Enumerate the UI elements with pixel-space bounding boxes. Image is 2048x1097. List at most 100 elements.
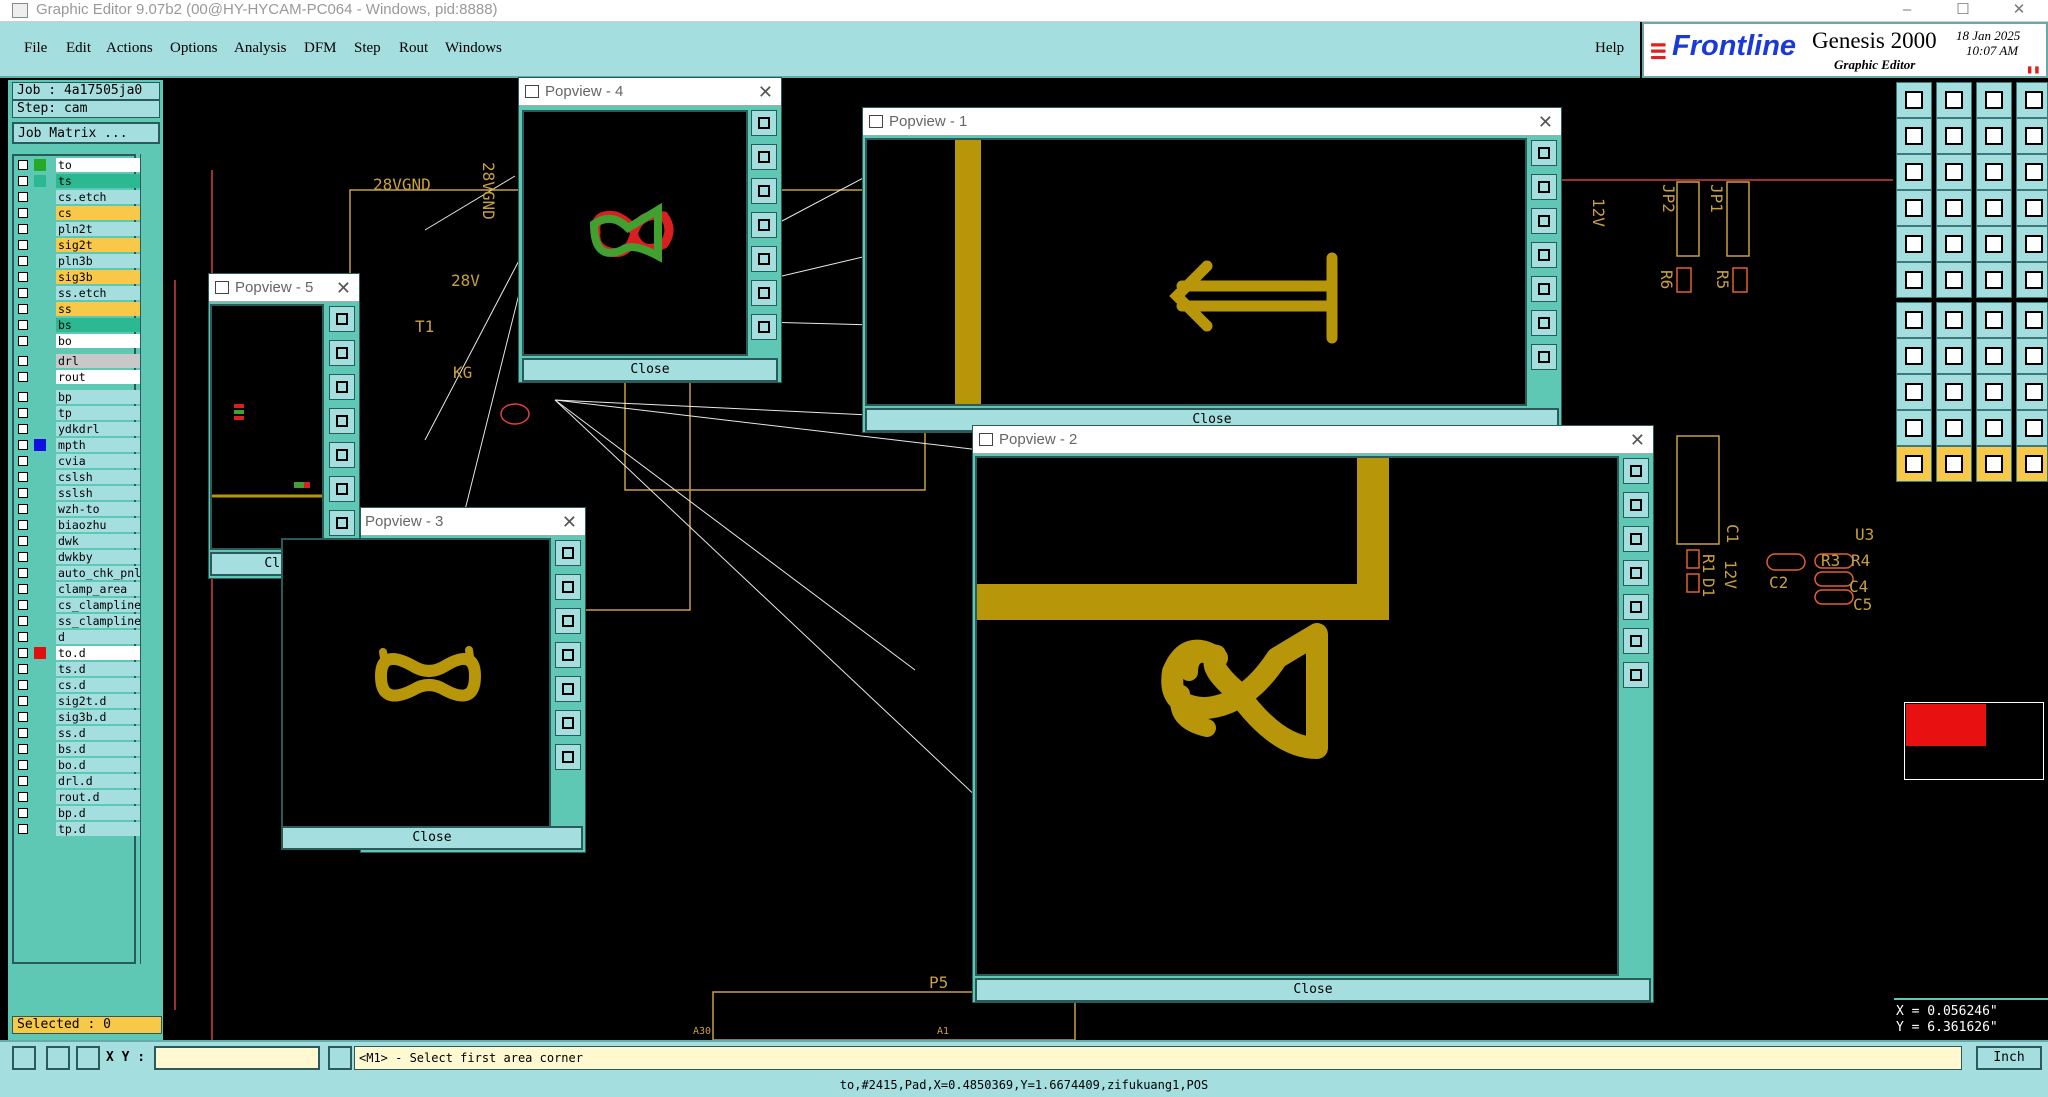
layer-name[interactable]: drl — [56, 354, 144, 368]
layer-row[interactable]: pln2t — [14, 222, 144, 236]
layer-name[interactable]: dwkby — [56, 550, 144, 564]
layer-name[interactable]: tp — [56, 406, 144, 420]
layer-color-swatch[interactable] — [34, 759, 46, 771]
tool-button-icon[interactable] — [2016, 262, 2048, 298]
layer-name[interactable]: cs.etch — [56, 190, 144, 204]
fit-icon[interactable] — [1531, 242, 1557, 268]
layer-name[interactable]: bs — [56, 318, 144, 332]
layer-row[interactable]: drl.d — [14, 774, 144, 788]
layer-checkbox[interactable] — [18, 792, 28, 802]
layer-checkbox[interactable] — [18, 712, 28, 722]
minimap-view-rect[interactable] — [1906, 704, 1986, 746]
layer-checkbox[interactable] — [18, 256, 28, 266]
layer-checkbox[interactable] — [18, 356, 28, 366]
layer-color-swatch[interactable] — [34, 423, 46, 435]
layer-checkbox[interactable] — [18, 408, 28, 418]
units-selector[interactable]: Inch — [1976, 1046, 2042, 1070]
layer-checkbox[interactable] — [18, 632, 28, 642]
layer-color-swatch[interactable] — [34, 615, 46, 627]
layer-checkbox[interactable] — [18, 664, 28, 674]
layer-name[interactable]: rout — [56, 370, 144, 384]
layer-color-swatch[interactable] — [34, 223, 46, 235]
layer-checkbox[interactable] — [18, 176, 28, 186]
layer-row[interactable]: dwk — [14, 534, 144, 548]
tool-button-icon[interactable] — [1896, 82, 1932, 118]
popview-1-view[interactable] — [865, 138, 1527, 406]
layer-row[interactable]: rout — [14, 370, 144, 384]
layer-color-swatch[interactable] — [34, 631, 46, 643]
close-window-button[interactable]: ✕ — [1996, 0, 2042, 22]
layer-checkbox[interactable] — [18, 600, 28, 610]
zoom-in-icon[interactable] — [555, 540, 581, 566]
pan-icon[interactable] — [1531, 208, 1557, 234]
layer-row[interactable]: pln3b — [14, 254, 144, 268]
layer-checkbox[interactable] — [18, 240, 28, 250]
tool-button-icon[interactable] — [1896, 118, 1932, 154]
layer-row[interactable]: drl — [14, 354, 144, 368]
layer-name[interactable]: rout.d — [56, 790, 144, 804]
expand-icon[interactable] — [555, 744, 581, 770]
zoom-in-icon[interactable] — [1531, 140, 1557, 166]
layer-color-swatch[interactable] — [34, 807, 46, 819]
tool-button-icon[interactable] — [1976, 82, 2012, 118]
tool-button-icon[interactable] — [1936, 190, 1972, 226]
layer-color-swatch[interactable] — [34, 207, 46, 219]
popview-5-close-icon[interactable]: ✕ — [336, 274, 351, 302]
layer-row[interactable]: wzh-to — [14, 502, 144, 516]
layer-row[interactable]: sig3b — [14, 270, 144, 284]
layer-row[interactable]: sig3b.d — [14, 710, 144, 724]
popview-3-close-icon[interactable]: ✕ — [562, 508, 577, 536]
home-icon[interactable] — [1623, 594, 1649, 620]
tool-button-icon[interactable] — [1976, 338, 2012, 374]
layer-color-swatch[interactable] — [34, 791, 46, 803]
tool-button-icon[interactable] — [1936, 446, 1972, 482]
layer-row[interactable]: dwkby — [14, 550, 144, 564]
layer-row[interactable]: sslsh — [14, 486, 144, 500]
layer-name[interactable]: sig3b — [56, 270, 144, 284]
layer-row[interactable]: bp — [14, 390, 144, 404]
layer-row[interactable]: mpth — [14, 438, 144, 452]
layer-name[interactable]: d — [56, 630, 144, 644]
layer-color-swatch[interactable] — [34, 743, 46, 755]
layer-name[interactable]: sig2t.d — [56, 694, 144, 708]
layer-color-swatch[interactable] — [34, 663, 46, 675]
zoom-in-icon[interactable] — [1623, 458, 1649, 484]
fit-icon[interactable] — [751, 212, 777, 238]
tool-button-icon[interactable] — [1896, 410, 1932, 446]
tool-button-icon[interactable] — [1896, 338, 1932, 374]
layer-checkbox[interactable] — [18, 456, 28, 466]
zoom-out-icon[interactable] — [1531, 174, 1557, 200]
zoom-out-icon[interactable] — [1623, 492, 1649, 518]
layer-row[interactable]: tp — [14, 406, 144, 420]
layer-name[interactable]: to — [56, 158, 144, 172]
layer-row[interactable]: ss.etch — [14, 286, 144, 300]
layer-name[interactable]: cs_clampline — [56, 598, 144, 612]
tool-button-icon[interactable] — [2016, 374, 2048, 410]
popview-5-window[interactable]: Popview - 5✕ Close — [208, 273, 360, 579]
fit-icon[interactable] — [1623, 560, 1649, 586]
center-icon[interactable] — [751, 280, 777, 306]
tool-button-icon[interactable] — [2016, 410, 2048, 446]
home-icon[interactable] — [329, 442, 355, 468]
layer-name[interactable]: bs.d — [56, 742, 144, 756]
popview-5-view[interactable] — [210, 304, 324, 550]
layer-color-swatch[interactable] — [34, 287, 46, 299]
layer-checkbox[interactable] — [18, 224, 28, 234]
layer-color-swatch[interactable] — [34, 567, 46, 579]
layer-color-swatch[interactable] — [34, 335, 46, 347]
popview-2-close-icon[interactable]: ✕ — [1630, 426, 1645, 454]
layer-color-swatch[interactable] — [34, 695, 46, 707]
layer-name[interactable]: clamp_area — [56, 582, 144, 596]
menu-options[interactable]: Options — [170, 40, 218, 57]
layer-row[interactable]: cs.etch — [14, 190, 144, 204]
tool-button-icon[interactable] — [1976, 302, 2012, 338]
layer-checkbox[interactable] — [18, 504, 28, 514]
tool-button-icon[interactable] — [2016, 226, 2048, 262]
tool-button-icon[interactable] — [2016, 82, 2048, 118]
layer-name[interactable]: bo — [56, 334, 144, 348]
layer-color-swatch[interactable] — [34, 407, 46, 419]
layer-name[interactable]: auto_chk_pnl — [56, 566, 144, 580]
menu-edit[interactable]: Edit — [66, 40, 91, 57]
layer-name[interactable]: cvia — [56, 454, 144, 468]
layer-name[interactable]: dwk — [56, 534, 144, 548]
